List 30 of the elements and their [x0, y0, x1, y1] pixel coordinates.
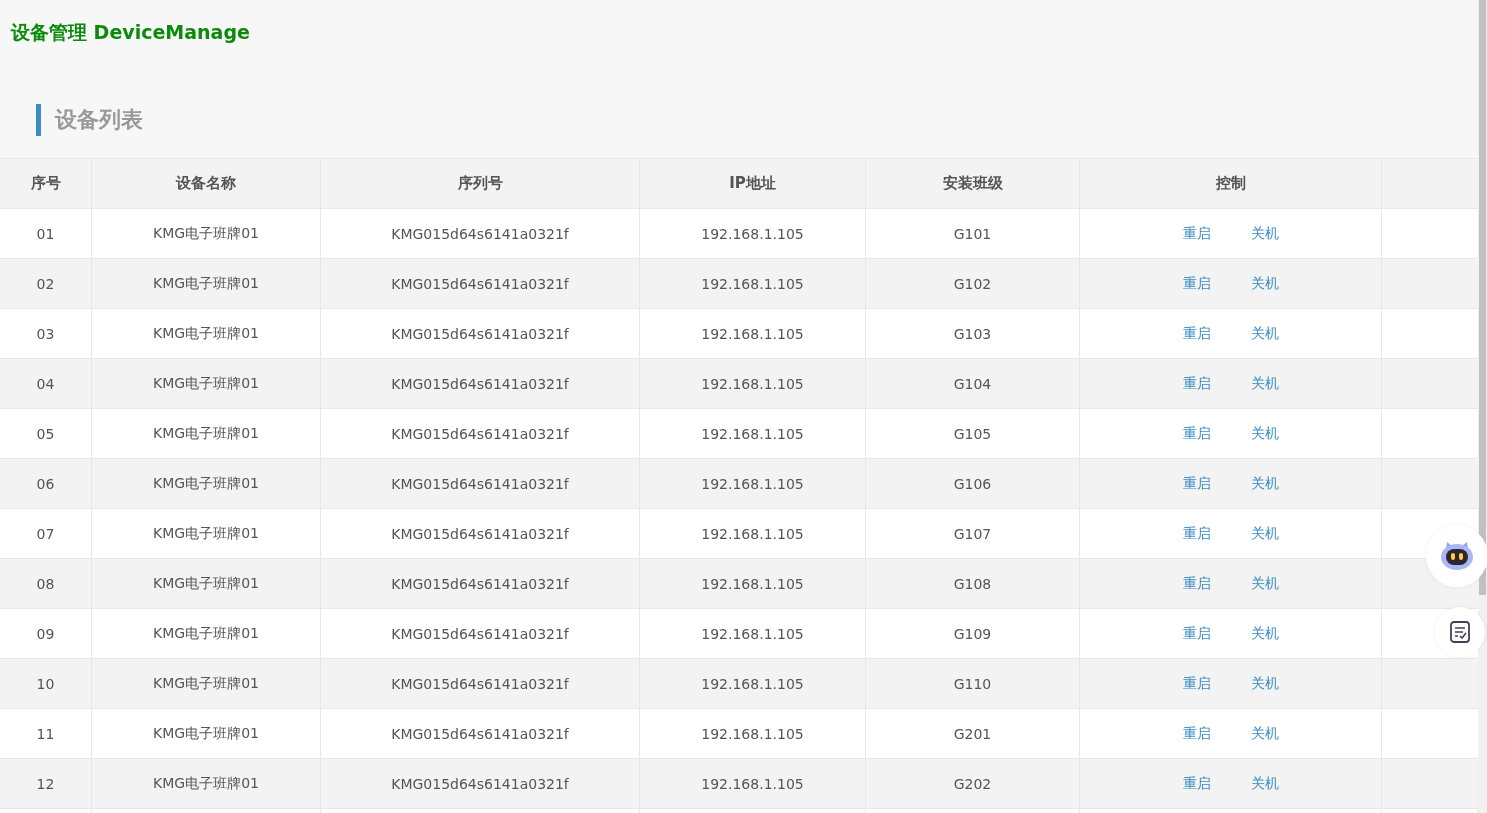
accent-bar — [36, 104, 41, 136]
action-link[interactable]: 重启 — [1182, 774, 1211, 793]
action-link[interactable]: 重启 — [1182, 524, 1211, 543]
action-link[interactable]: 关机 — [1250, 574, 1279, 593]
action-link[interactable]: 关机 — [1250, 224, 1279, 243]
action-link[interactable]: 重启 — [1182, 624, 1211, 643]
action-link[interactable]: 关机 — [1250, 524, 1279, 543]
action-link[interactable]: 重启 — [1182, 224, 1211, 243]
action-link[interactable]: 重启 — [1182, 574, 1211, 593]
action-link[interactable]: 关机 — [1250, 624, 1279, 643]
action-link[interactable]: 关机 — [1250, 674, 1279, 693]
action-link[interactable]: 关机 — [1250, 424, 1279, 443]
action-link[interactable]: 重启 — [1182, 424, 1211, 443]
checklist-icon — [1450, 621, 1470, 643]
action-link[interactable]: 关机 — [1250, 774, 1279, 793]
app-title: 设备管理 DeviceManage — [9, 20, 251, 45]
action-link[interactable]: 重启 — [1182, 324, 1211, 343]
action-link[interactable]: 重启 — [1182, 374, 1211, 393]
action-link[interactable]: 关机 — [1250, 274, 1279, 293]
action-link[interactable]: 重启 — [1182, 674, 1211, 693]
scrollbar-thumb[interactable] — [1479, 0, 1486, 595]
action-link[interactable]: 关机 — [1250, 474, 1279, 493]
action-link[interactable]: 重启 — [1182, 474, 1211, 493]
robot-icon — [1439, 540, 1475, 572]
action-link[interactable]: 关机 — [1250, 374, 1279, 393]
action-link[interactable]: 关机 — [1250, 724, 1279, 743]
action-link[interactable]: 重启 — [1182, 724, 1211, 743]
action-link[interactable]: 重启 — [1182, 274, 1211, 293]
section-title: 设备列表 — [55, 106, 143, 134]
action-link[interactable]: 关机 — [1250, 324, 1279, 343]
